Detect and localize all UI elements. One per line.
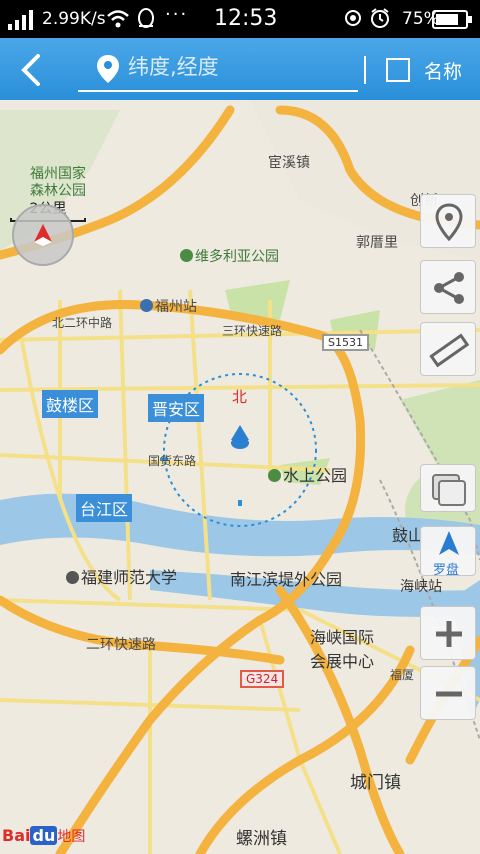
- baidu-logo: Bai du 地图: [2, 826, 85, 846]
- district-jinan[interactable]: 晋安区: [148, 394, 205, 422]
- location-pin-icon: [435, 203, 463, 242]
- top-toolbar: 名称: [0, 38, 480, 100]
- label-fjnu-text: 福建师范大学: [81, 568, 178, 587]
- train-station-icon: [140, 299, 153, 312]
- label-shuishang[interactable]: 水上公园: [268, 462, 347, 486]
- favorite-location-button[interactable]: [420, 194, 476, 248]
- label-erhuan-north: 北二环中路: [52, 316, 113, 330]
- ruler-icon: [429, 333, 470, 368]
- label-fuzhou-station-text: 福州站: [155, 299, 197, 315]
- compass-mode-button[interactable]: 罗盘: [420, 526, 476, 578]
- layers-icon: [432, 474, 466, 506]
- alarm-icon: [371, 8, 389, 28]
- label-fuxia: 福厦: [390, 668, 415, 682]
- network-speed: 2.99K/s: [42, 9, 106, 29]
- label-luozhou[interactable]: 螺洲镇: [236, 824, 287, 849]
- back-button[interactable]: [12, 50, 52, 90]
- label-haixia-station[interactable]: 海峡站: [400, 576, 442, 596]
- label-forest-park[interactable]: 福州国家 森林公园: [30, 166, 86, 200]
- zoom-in-button[interactable]: [420, 606, 476, 660]
- label-fuzhou-station[interactable]: 福州站: [140, 296, 197, 316]
- coordinate-input[interactable]: [128, 55, 348, 79]
- status-time: 12:53: [214, 6, 278, 31]
- zoom-out-button[interactable]: [420, 666, 476, 720]
- label-gucuo[interactable]: 郭厝里: [356, 232, 398, 252]
- label-guohuo: 国货东路: [148, 454, 197, 468]
- qq-icon: [138, 8, 154, 28]
- shield-g324: G324: [240, 670, 285, 688]
- district-gulou[interactable]: 鼓楼区: [42, 390, 99, 418]
- north-label: 北: [232, 388, 248, 406]
- coordinate-search-box[interactable]: [78, 48, 358, 92]
- measure-button[interactable]: [420, 322, 476, 376]
- share-button[interactable]: [420, 260, 476, 314]
- label-erhuan-south: 二环快速路: [86, 637, 156, 653]
- label-shuishang-text: 水上公园: [283, 466, 348, 485]
- shield-s1531: S1531: [322, 334, 369, 351]
- more-notifications-icon: ···: [165, 4, 189, 25]
- park-icon: [180, 249, 193, 262]
- share-icon: [434, 272, 464, 304]
- toolbar-divider: [364, 56, 366, 84]
- park-icon: [268, 469, 281, 482]
- logo-map: 地图: [57, 829, 86, 845]
- name-checkbox[interactable]: [386, 58, 410, 82]
- label-guanxi[interactable]: 宦溪镇: [268, 152, 310, 172]
- wifi-icon: [107, 10, 129, 28]
- signal-icon: [8, 10, 33, 30]
- minus-icon: [436, 691, 462, 697]
- location-status-icon: [345, 10, 361, 26]
- label-haixia-1[interactable]: 海峡国际: [310, 624, 374, 648]
- compass-mode-label: 罗盘: [433, 563, 460, 578]
- logo-du: du: [30, 826, 58, 845]
- label-sanhuan: 三环快速路: [222, 324, 283, 338]
- name-label: 名称: [424, 61, 463, 83]
- plus-icon: [436, 621, 462, 647]
- map-view[interactable]: 2公里 鼓楼区 晋安区 台江区 北 福州国家 森林公园 宦溪镇 创新 郭厝里 维…: [0, 100, 480, 854]
- location-pin-icon: [97, 55, 119, 83]
- status-bar: 2.99K/s ··· 12:53 75%: [0, 0, 480, 38]
- district-taijiang[interactable]: 台江区: [76, 494, 133, 522]
- navigation-arrow-icon: [439, 531, 459, 555]
- compass-icon: [34, 224, 52, 246]
- label-chengmen[interactable]: 城门镇: [350, 768, 401, 793]
- label-weiduoliya-text: 维多利亚公园: [195, 249, 279, 265]
- battery-icon: [432, 10, 472, 29]
- logo-bai: Bai: [2, 826, 31, 845]
- label-nanjiang[interactable]: 南江滨堤外公园: [230, 566, 342, 590]
- label-haixia-2[interactable]: 会展中心: [310, 648, 374, 672]
- layers-button[interactable]: [420, 464, 476, 512]
- label-weiduoliya[interactable]: 维多利亚公园: [180, 246, 279, 266]
- label-fjnu[interactable]: 福建师范大学: [66, 564, 177, 588]
- school-icon: [66, 571, 79, 584]
- compass-reset-button[interactable]: [12, 204, 74, 266]
